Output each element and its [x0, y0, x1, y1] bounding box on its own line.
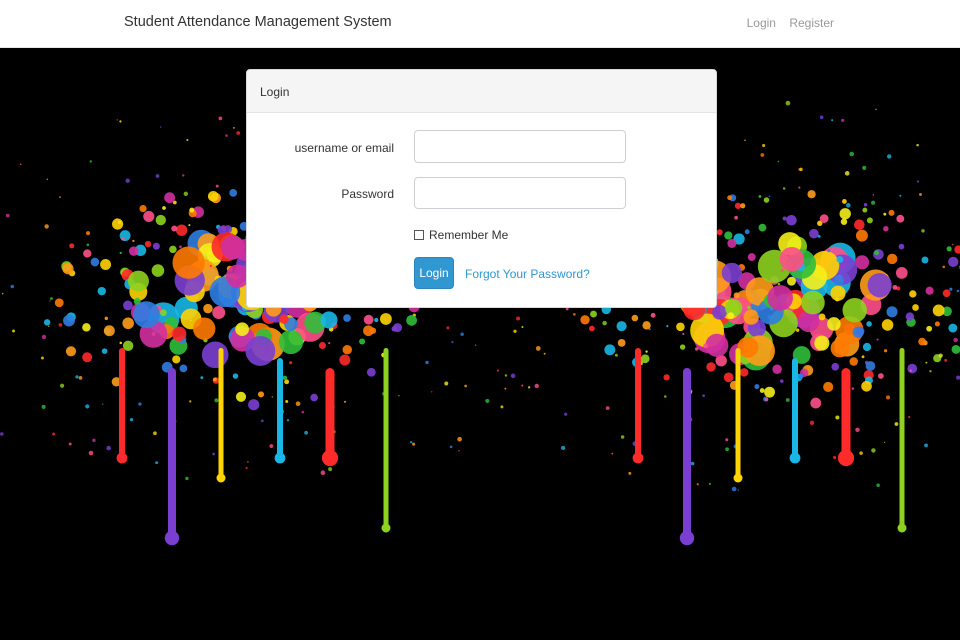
forgot-password-link[interactable]: Forgot Your Password? — [465, 267, 590, 281]
login-submit-button[interactable]: Login — [414, 257, 454, 289]
brand-title[interactable]: Student Attendance Management System — [124, 14, 392, 30]
nav-register-link[interactable]: Register — [789, 16, 834, 30]
login-card: Login username or email Password Remembe… — [246, 69, 717, 308]
nav-login-link[interactable]: Login — [747, 16, 776, 30]
nav-links: Login Register — [737, 16, 834, 30]
password-input[interactable] — [414, 177, 626, 209]
card-header: Login — [247, 70, 716, 113]
username-input[interactable] — [414, 130, 626, 163]
remember-label: Remember Me — [429, 228, 509, 242]
password-label: Password — [341, 187, 394, 201]
remember-me[interactable]: Remember Me — [414, 228, 508, 242]
username-label: username or email — [294, 141, 394, 155]
top-navbar: Student Attendance Management System Log… — [0, 0, 960, 48]
remember-checkbox[interactable] — [414, 230, 424, 240]
